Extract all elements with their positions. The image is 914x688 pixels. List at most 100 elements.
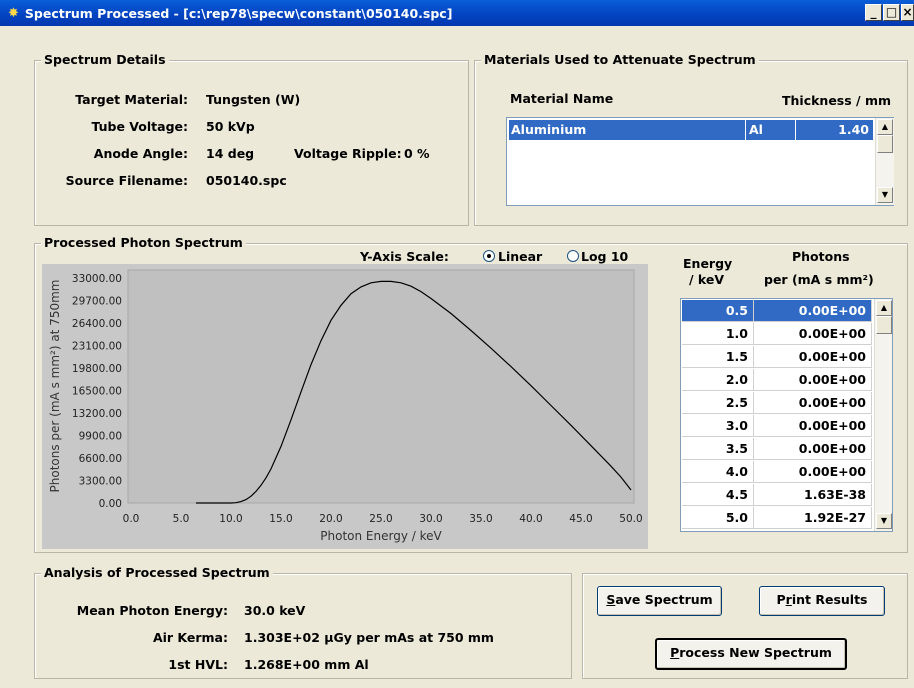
table-scroll-thumb[interactable] bbox=[876, 316, 892, 334]
tube-voltage-value: 50 kVp bbox=[206, 119, 255, 134]
mean-energy-label: Mean Photon Energy: bbox=[76, 603, 228, 618]
thickness-header: Thickness / mm bbox=[782, 93, 892, 108]
linear-radio[interactable] bbox=[483, 250, 495, 262]
photons-cell: 0.00E+00 bbox=[754, 415, 872, 437]
photons-cell: 0.00E+00 bbox=[754, 323, 872, 345]
energy-cell: 3.0 bbox=[682, 415, 754, 437]
y-tick-label: 9900.00 bbox=[79, 431, 122, 443]
window-title: Spectrum Processed - [c:\rep78\specw\con… bbox=[24, 5, 453, 21]
y-tick-label: 33000.00 bbox=[72, 273, 122, 285]
y-tick-label: 16500.00 bbox=[72, 386, 122, 398]
y-tick-label: 23100.00 bbox=[72, 341, 122, 353]
energy-header-1: Energy bbox=[683, 256, 733, 271]
photons-cell: 0.00E+00 bbox=[754, 392, 872, 414]
photons-cell: 0.00E+00 bbox=[754, 461, 872, 483]
print-results-button[interactable]: Print Results bbox=[759, 586, 885, 616]
materials-list[interactable]: Aluminium Al 1.40 ▲ ▼ bbox=[506, 117, 894, 206]
energy-table-row[interactable]: 0.5 0.00E+00 bbox=[682, 300, 872, 322]
maximize-button[interactable]: □ bbox=[883, 4, 900, 21]
log10-label[interactable]: Log 10 bbox=[581, 249, 628, 264]
minimize-button[interactable]: _ bbox=[865, 4, 882, 21]
air-kerma-label: Air Kerma: bbox=[152, 630, 228, 645]
photons-cell: 1.63E-38 bbox=[754, 484, 872, 506]
material-thickness: 1.40 bbox=[838, 122, 869, 137]
y-axis-label: Photons per (mA s mm²) at 750mm bbox=[48, 280, 62, 493]
x-tick-label: 25.0 bbox=[369, 513, 392, 525]
spectrum-window: ✸ Spectrum Processed - [c:\rep78\specw\c… bbox=[0, 0, 914, 688]
scroll-thumb[interactable] bbox=[877, 135, 893, 153]
y-tick-label: 26400.00 bbox=[72, 318, 122, 330]
voltage-ripple-value: 0 % bbox=[404, 146, 430, 161]
x-tick-label: 0.0 bbox=[123, 513, 140, 525]
energy-table-row[interactable]: 4.0 0.00E+00 bbox=[682, 461, 872, 483]
target-material-value: Tungsten (W) bbox=[206, 92, 301, 107]
y-axis-scale-label: Y-Axis Scale: bbox=[360, 249, 449, 264]
photons-cell: 0.00E+00 bbox=[754, 369, 872, 391]
plot-area bbox=[127, 269, 635, 504]
energy-table-row[interactable]: 2.0 0.00E+00 bbox=[682, 369, 872, 391]
photons-header-2: per (mA s mm²) bbox=[764, 272, 874, 287]
save-spectrum-button[interactable]: Save Spectrum bbox=[597, 586, 722, 616]
material-symbol: Al bbox=[749, 122, 763, 137]
table-scroll-down-icon[interactable]: ▼ bbox=[876, 513, 892, 529]
energy-table-row[interactable]: 5.0 1.92E-27 bbox=[682, 507, 872, 529]
spectrum-details-title: Spectrum Details bbox=[41, 52, 169, 67]
energy-cell: 3.5 bbox=[682, 438, 754, 460]
spectrum-title: Processed Photon Spectrum bbox=[41, 235, 246, 250]
target-material-label: Target Material: bbox=[75, 92, 188, 107]
anode-angle-label: Anode Angle: bbox=[93, 146, 188, 161]
spectrum-chart: 33000.00 29700.00 26400.00 23100.00 19800.00… bbox=[42, 264, 648, 549]
y-tick-label: 3300.00 bbox=[79, 476, 122, 488]
photons-cell: 1.92E-27 bbox=[754, 507, 872, 529]
scroll-down-icon[interactable]: ▼ bbox=[877, 187, 893, 203]
energy-table-row[interactable]: 3.5 0.00E+00 bbox=[682, 438, 872, 460]
material-name: Aluminium bbox=[511, 122, 587, 137]
material-name-header: Material Name bbox=[510, 91, 614, 106]
log10-radio[interactable] bbox=[567, 250, 579, 262]
y-tick-label: 0.00 bbox=[99, 498, 122, 510]
energy-table-row[interactable]: 4.5 1.63E-38 bbox=[682, 484, 872, 506]
energy-cell: 2.0 bbox=[682, 369, 754, 391]
energy-table-row[interactable]: 3.0 0.00E+00 bbox=[682, 415, 872, 437]
energy-cell: 4.0 bbox=[682, 461, 754, 483]
energy-table-row[interactable]: 1.0 0.00E+00 bbox=[682, 323, 872, 345]
energy-table-row[interactable]: 2.5 0.00E+00 bbox=[682, 392, 872, 414]
voltage-ripple-label: Voltage Ripple: bbox=[294, 146, 402, 161]
app-icon: ✸ bbox=[8, 5, 19, 21]
energy-table-scrollbar[interactable]: ▲ ▼ bbox=[874, 299, 892, 531]
tube-voltage-label: Tube Voltage: bbox=[91, 119, 188, 134]
energy-cell: 4.5 bbox=[682, 484, 754, 506]
materials-scrollbar[interactable]: ▲ ▼ bbox=[875, 118, 894, 205]
photons-header-1: Photons bbox=[792, 249, 850, 264]
x-tick-label: 50.0 bbox=[619, 513, 642, 525]
photons-cell: 0.00E+00 bbox=[754, 300, 872, 322]
x-tick-label: 35.0 bbox=[469, 513, 492, 525]
photons-cell: 0.00E+00 bbox=[754, 438, 872, 460]
title-bar[interactable]: ✸ Spectrum Processed - [c:\rep78\specw\c… bbox=[0, 0, 914, 26]
y-tick-label: 13200.00 bbox=[72, 408, 122, 420]
process-new-spectrum-button[interactable]: Process New Spectrum bbox=[655, 638, 847, 670]
energy-table-row[interactable]: 1.5 0.00E+00 bbox=[682, 346, 872, 368]
y-tick-label: 29700.00 bbox=[72, 296, 122, 308]
photons-cell: 0.00E+00 bbox=[754, 346, 872, 368]
scroll-up-icon[interactable]: ▲ bbox=[877, 119, 893, 135]
air-kerma-value: 1.303E+02 μGy per mAs at 750 mm bbox=[244, 630, 494, 645]
energy-cell: 1.0 bbox=[682, 323, 754, 345]
close-button[interactable]: × bbox=[901, 4, 914, 21]
spectrum-details-group: Spectrum Details bbox=[34, 52, 469, 226]
x-tick-label: 40.0 bbox=[519, 513, 542, 525]
energy-header-2: / keV bbox=[689, 272, 725, 287]
table-scroll-up-icon[interactable]: ▲ bbox=[876, 300, 892, 316]
source-filename-value: 050140.spc bbox=[206, 173, 287, 188]
material-row[interactable]: Aluminium Al 1.40 bbox=[509, 120, 873, 140]
hvl-value: 1.268E+00 mm Al bbox=[244, 657, 369, 672]
y-tick-label: 6600.00 bbox=[79, 453, 122, 465]
linear-label[interactable]: Linear bbox=[498, 249, 542, 264]
x-tick-label: 15.0 bbox=[269, 513, 292, 525]
energy-cell: 1.5 bbox=[682, 346, 754, 368]
anode-angle-value: 14 deg bbox=[206, 146, 255, 161]
y-tick-label: 19800.00 bbox=[72, 363, 122, 375]
analysis-title: Analysis of Processed Spectrum bbox=[41, 565, 273, 580]
energy-table[interactable]: 0.5 0.00E+00 1.0 0.00E+00 1.5 0.00E+00 2.0 0.00… bbox=[680, 298, 893, 532]
energy-cell: 2.5 bbox=[682, 392, 754, 414]
